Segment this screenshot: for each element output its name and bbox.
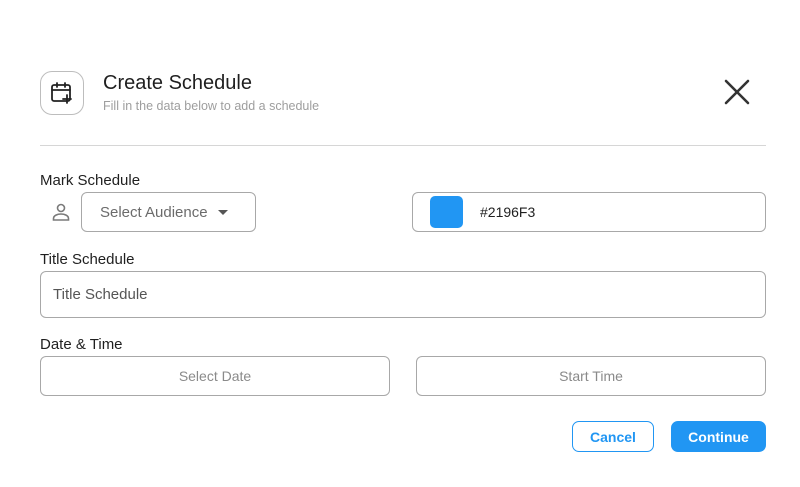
title-schedule-label: Title Schedule [40,251,135,268]
color-swatch[interactable] [430,196,463,228]
header-divider [40,145,766,146]
cancel-button-label: Cancel [590,428,636,445]
close-icon [724,79,750,105]
person-icon [52,203,70,221]
cancel-button[interactable]: Cancel [572,421,654,452]
select-date-label: Select Date [178,368,252,384]
date-time-label: Date & Time [40,336,123,353]
start-time-button[interactable]: Start Time [416,356,766,396]
create-schedule-dialog: Create Schedule Fill in the data below t… [0,0,800,487]
dialog-subtitle: Fill in the data below to add a schedule [103,99,320,113]
calendar-add-icon [40,71,84,115]
color-picker-field[interactable]: #2196F3 [412,192,766,232]
mark-schedule-label: Mark Schedule [40,172,141,189]
continue-button-label: Continue [688,428,749,445]
color-hex-value: #2196F3 [480,204,536,220]
audience-select-label: Select Audience [100,203,208,221]
start-time-label: Start Time [559,368,623,384]
close-button[interactable] [719,74,755,110]
continue-button[interactable]: Continue [671,421,766,452]
audience-select[interactable]: Select Audience [81,192,256,232]
caret-down-icon [217,209,228,215]
select-date-button[interactable]: Select Date [40,356,390,396]
title-schedule-input[interactable]: Title Schedule [40,271,766,318]
dialog-title: Create Schedule [103,72,252,94]
title-schedule-placeholder: Title Schedule [53,286,148,303]
